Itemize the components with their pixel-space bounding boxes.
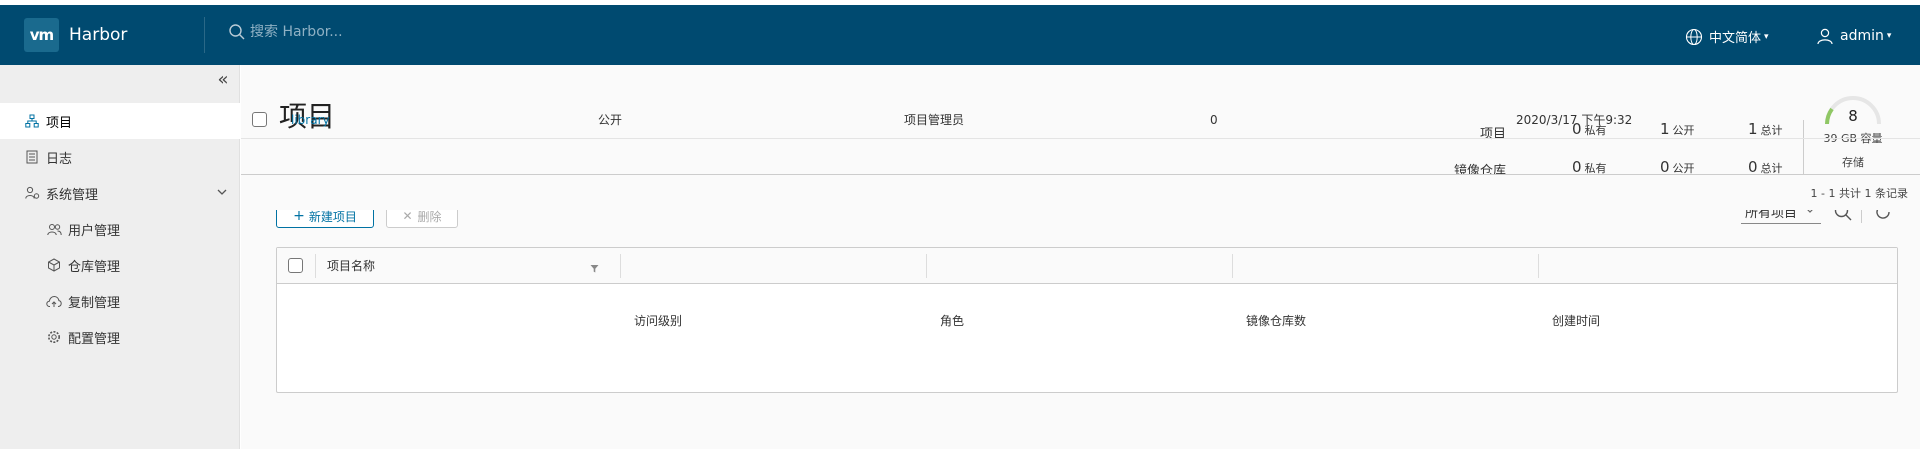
cloud-upload-icon bbox=[46, 295, 62, 308]
row-checkbox[interactable] bbox=[252, 112, 267, 127]
select-all-checkbox[interactable] bbox=[288, 258, 303, 273]
sidebar-item-administration[interactable]: 系统管理 bbox=[0, 175, 240, 211]
globe-icon bbox=[1685, 28, 1703, 45]
sidebar-item-label: 项目 bbox=[46, 115, 73, 131]
sidebar-item-replications[interactable]: 复制管理 bbox=[0, 283, 240, 319]
project-tree-icon bbox=[24, 114, 40, 128]
storage-label: 存储 bbox=[1842, 156, 1864, 169]
cell-access: 公开 bbox=[598, 113, 623, 127]
close-icon: ✕ bbox=[402, 209, 413, 223]
language-dropdown[interactable]: 中文简体 ▾ bbox=[1685, 27, 1769, 46]
chevron-down-icon bbox=[216, 186, 228, 202]
cell-repo-count: 0 bbox=[1210, 112, 1218, 127]
sidebar-item-registries[interactable]: 仓库管理 bbox=[0, 247, 240, 283]
sidebar-item-label: 仓库管理 bbox=[68, 259, 121, 275]
registry-cube-icon bbox=[46, 258, 62, 272]
column-header-role[interactable]: 角色 bbox=[940, 248, 964, 392]
vmware-logo: vm bbox=[24, 18, 59, 52]
sidebar-item-label: 用户管理 bbox=[68, 223, 121, 239]
project-name-link[interactable]: library bbox=[291, 101, 330, 138]
sidebar: « 项目 日志 系统管理 用户管理 仓库管理 复制管理 配置管理 bbox=[0, 65, 240, 449]
user-dropdown[interactable]: admin ▾ bbox=[1816, 27, 1891, 45]
datagrid-header: 项目名称 bbox=[277, 248, 1897, 284]
filter-icon[interactable] bbox=[590, 262, 599, 277]
table-row[interactable]: library 公开 项目管理员 0 2020/3/17 下午9:32 bbox=[241, 101, 1920, 139]
main-content: 项目 项目 镜像仓库 0 私有 1 公开 1 总计 0 私有 0 公开 0 总计 8 39 … bbox=[241, 65, 1920, 449]
sidebar-item-users[interactable]: 用户管理 bbox=[0, 211, 240, 247]
sidebar-item-label: 配置管理 bbox=[68, 331, 121, 347]
chevron-down-icon: ▾ bbox=[1764, 31, 1769, 42]
users-icon bbox=[46, 223, 62, 236]
datagrid-footer: 1 - 1 共计 1 条记录 bbox=[241, 174, 1920, 210]
cell-role: 项目管理员 bbox=[904, 113, 965, 127]
cell-created: 2020/3/17 下午9:32 bbox=[1516, 113, 1633, 127]
sidebar-item-label: 日志 bbox=[46, 151, 73, 167]
search-icon bbox=[229, 24, 245, 40]
username: admin bbox=[1840, 28, 1884, 44]
collapse-sidebar-button[interactable]: « bbox=[213, 71, 233, 91]
user-icon bbox=[1817, 28, 1833, 45]
projects-datagrid: 项目名称 访问级别 角色 镜像仓库数 创建时间 bbox=[276, 247, 1898, 393]
gear-icon bbox=[46, 330, 62, 344]
header-divider bbox=[204, 17, 205, 53]
top-header: vm Harbor 中文简体 ▾ admin ▾ bbox=[0, 5, 1920, 65]
double-chevron-left-icon: « bbox=[217, 69, 229, 90]
sidebar-item-configuration[interactable]: 配置管理 bbox=[0, 319, 240, 355]
column-header-repo-count[interactable]: 镜像仓库数 bbox=[1246, 248, 1306, 392]
log-list-icon bbox=[24, 150, 40, 164]
column-header-access[interactable]: 访问级别 bbox=[634, 248, 682, 392]
global-search[interactable] bbox=[228, 23, 510, 41]
plus-icon: + bbox=[293, 208, 305, 224]
sidebar-item-label: 复制管理 bbox=[68, 295, 121, 311]
admin-users-icon bbox=[24, 186, 40, 200]
pagination-summary: 1 - 1 共计 1 条记录 bbox=[1810, 187, 1908, 200]
column-header-created[interactable]: 创建时间 bbox=[1552, 248, 1600, 392]
column-header-name[interactable]: 项目名称 bbox=[327, 248, 375, 283]
brand[interactable]: vm Harbor bbox=[24, 18, 127, 52]
language-label: 中文简体 bbox=[1709, 31, 1762, 46]
sidebar-item-label: 系统管理 bbox=[46, 187, 99, 203]
sidebar-item-logs[interactable]: 日志 bbox=[0, 139, 240, 175]
search-input[interactable] bbox=[250, 24, 510, 40]
chevron-down-icon: ▾ bbox=[1886, 31, 1892, 41]
brand-name: Harbor bbox=[69, 25, 128, 45]
sidebar-item-projects[interactable]: 项目 bbox=[0, 103, 240, 139]
